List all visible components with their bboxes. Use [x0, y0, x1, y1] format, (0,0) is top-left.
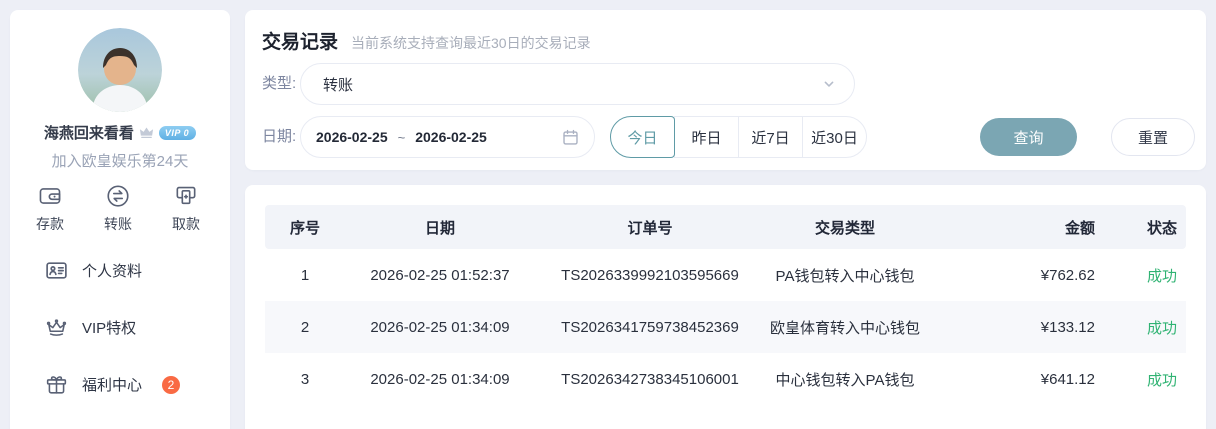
date-to-value: 2026-02-25 — [415, 129, 487, 145]
sidebar-item-withdraw[interactable]: 取款 — [152, 182, 220, 234]
range-7days-button[interactable]: 近7日 — [738, 116, 803, 158]
status-badge: 成功 — [1146, 371, 1177, 389]
crown-icon — [44, 315, 69, 340]
menu-item-label: 福利中心 — [82, 377, 143, 394]
type-select[interactable]: 转账 — [300, 63, 855, 105]
cell-type: 欧皇体育转入中心钱包 — [769, 319, 920, 337]
column-header-type: 交易类型 — [814, 219, 875, 237]
profile-sidebar: 海燕回来看看 VIP 0 加入欧皇娱乐第24天 存款 转账 取款 个人资料 VI… — [10, 10, 230, 429]
page-title: 交易记录 — [262, 32, 339, 53]
header-row: 交易记录 当前系统支持查询最近30日的交易记录 — [262, 27, 591, 54]
join-days-text: 加入欧皇娱乐第24天 — [51, 153, 189, 170]
status-badge: 成功 — [1146, 267, 1177, 285]
date-from-value: 2026-02-25 — [316, 129, 388, 145]
sidebar-item-deposit[interactable]: 存款 — [16, 182, 84, 234]
cell-order-no: TS2026342738345106001 — [561, 370, 739, 388]
cell-amount: ¥641.12 — [1040, 370, 1095, 388]
sidebar-item-vip[interactable]: VIP特权 — [44, 315, 136, 340]
vip-level-badge: VIP 0 — [158, 125, 197, 140]
range-today-button[interactable]: 今日 — [610, 116, 675, 158]
quick-range-group: 今日 昨日 近7日 近30日 — [610, 116, 867, 158]
sidebar-item-welfare[interactable]: 福利中心 — [44, 372, 142, 397]
cell-index: 3 — [300, 370, 310, 388]
chevron-down-icon — [822, 77, 836, 91]
cell-order-no: TS2026339992103595669 — [561, 266, 739, 284]
calendar-icon — [562, 129, 579, 146]
type-filter-label: 类型: — [262, 75, 297, 92]
avatar — [78, 28, 162, 112]
column-header-index: 序号 — [289, 219, 320, 237]
vip-crown-icon — [139, 126, 154, 139]
cell-type: PA钱包转入中心钱包 — [775, 267, 915, 285]
search-button[interactable]: 查询 — [980, 118, 1077, 156]
column-header-status: 状态 — [1146, 219, 1177, 237]
transaction-records-page: 海燕回来看看 VIP 0 加入欧皇娱乐第24天 存款 转账 取款 个人资料 VI… — [0, 0, 1216, 429]
records-table-card: 序号 日期 订单号 交易类型 金额 状态 1 2026-02-25 01:52:… — [245, 185, 1206, 429]
cell-date: 2026-02-25 01:34:09 — [370, 370, 510, 388]
cell-date: 2026-02-25 01:52:37 — [370, 266, 510, 284]
date-separator: ~ — [397, 129, 406, 145]
column-header-order-no: 订单号 — [627, 219, 673, 237]
column-header-amount: 金额 — [1064, 219, 1095, 237]
quick-actions-row: 存款 转账 取款 — [16, 182, 224, 234]
user-info-row: 海燕回来看看 VIP 0 — [10, 122, 230, 143]
sidebar-item-profile[interactable]: 个人资料 — [44, 258, 142, 283]
avatar-image — [78, 28, 162, 112]
deposit-wallet-icon — [37, 182, 63, 210]
quick-action-label: 转账 — [104, 216, 132, 232]
cell-index: 2 — [300, 318, 310, 336]
table-row: 1 2026-02-25 01:52:37 TS2026339992103595… — [265, 249, 1186, 301]
gift-icon — [44, 372, 69, 397]
table-row: 3 2026-02-25 01:34:09 TS2026342738345106… — [265, 353, 1186, 405]
filter-card: 交易记录 当前系统支持查询最近30日的交易记录 类型: 转账 日期: 2026-… — [245, 10, 1206, 170]
range-yesterday-button[interactable]: 昨日 — [674, 116, 739, 158]
range-30days-button[interactable]: 近30日 — [802, 116, 867, 158]
sidebar-item-transfer[interactable]: 转账 — [84, 182, 152, 234]
quick-action-label: 存款 — [36, 216, 64, 232]
notification-badge: 2 — [162, 376, 180, 394]
cell-order-no: TS2026341759738452369 — [561, 318, 739, 336]
cell-amount: ¥133.12 — [1040, 318, 1095, 336]
id-card-icon — [44, 258, 69, 283]
page-subtitle: 当前系统支持查询最近30日的交易记录 — [351, 35, 591, 51]
type-select-value: 转账 — [323, 76, 354, 94]
column-header-date: 日期 — [424, 219, 455, 237]
cell-index: 1 — [300, 266, 310, 284]
menu-item-label: VIP特权 — [82, 320, 137, 337]
table-header-row: 序号 日期 订单号 交易类型 金额 状态 — [265, 205, 1186, 249]
date-range-input[interactable]: 2026-02-25 ~ 2026-02-25 — [300, 116, 595, 158]
transfer-arrows-icon — [105, 182, 131, 210]
menu-item-label: 个人资料 — [82, 263, 143, 280]
status-badge: 成功 — [1146, 319, 1177, 337]
cell-amount: ¥762.62 — [1040, 266, 1095, 284]
withdraw-atm-icon — [173, 182, 199, 210]
cell-type: 中心钱包转入PA钱包 — [775, 371, 915, 389]
quick-action-label: 取款 — [172, 216, 200, 232]
table-row: 2 2026-02-25 01:34:09 TS2026341759738452… — [265, 301, 1186, 353]
reset-button[interactable]: 重置 — [1111, 118, 1195, 156]
username: 海燕回来看看 — [43, 125, 134, 142]
date-filter-label: 日期: — [262, 128, 297, 145]
cell-date: 2026-02-25 01:34:09 — [370, 318, 510, 336]
